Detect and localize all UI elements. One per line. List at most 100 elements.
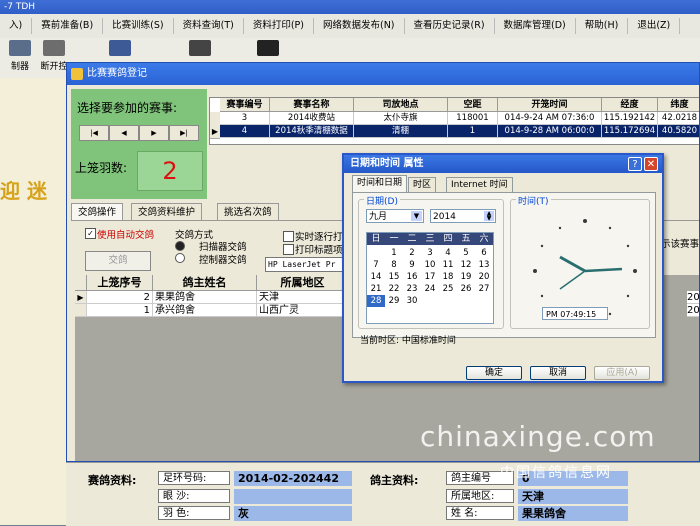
calendar-day[interactable]: 22 (385, 283, 403, 295)
calendar-day[interactable]: 1 (385, 247, 403, 259)
tab-internet-time[interactable]: Internet 时间 (446, 177, 513, 193)
col-owner-name[interactable]: 鸽主姓名 (153, 275, 257, 291)
calendar-day[interactable]: 17 (421, 271, 439, 283)
nav-first-button[interactable]: |◀ (79, 125, 109, 141)
ok-button[interactable]: 确定 (466, 366, 522, 380)
nav-next-button[interactable]: ▶ (139, 125, 169, 141)
calendar-day[interactable]: 13 (475, 259, 493, 271)
nav-last-button[interactable]: ▶| (169, 125, 199, 141)
tab-select-ranking[interactable]: 挑选名次鸽 (217, 203, 279, 221)
calendar-day[interactable]: 10 (421, 259, 439, 271)
auto-checkin-checkbox[interactable]: ✓ (85, 228, 96, 239)
calendar-day[interactable]: 27 (475, 283, 493, 295)
race-cell: 014-9-28 AM 06:00:0 (498, 125, 602, 138)
chevron-down-icon[interactable]: ▼ (411, 211, 422, 221)
calendar-day[interactable]: 29 (385, 295, 403, 307)
menu-item-help[interactable]: 帮助(H) (576, 18, 629, 34)
calendar-day[interactable]: 20 (475, 271, 493, 283)
cancel-button[interactable]: 取消 (530, 366, 586, 380)
race-cell: 4 (220, 125, 270, 138)
help-button[interactable]: ? (628, 157, 642, 171)
calendar-day[interactable]: 23 (403, 283, 421, 295)
tab-checkin-data[interactable]: 交鸽资料维护 (131, 203, 203, 221)
checkin-button[interactable]: 交鸽 (85, 251, 151, 271)
disconnect-icon (43, 40, 65, 56)
row-indicator-current: ▶ (75, 291, 87, 304)
tool-controller-label: 制器 (10, 62, 29, 72)
show-race-hint: 示该赛事 (661, 239, 700, 250)
calendar-day[interactable]: 2 (403, 247, 421, 259)
menu-item-data-query[interactable]: 资料查询(T) (174, 18, 244, 34)
calendar-day[interactable]: 7 (367, 259, 385, 271)
menu-item-network-publish[interactable]: 网络数据发布(N) (314, 18, 405, 34)
print-title-checkbox[interactable] (283, 244, 294, 255)
year-spinner[interactable]: 2014 ▲ ▼ (430, 209, 496, 223)
menu-item-history[interactable]: 查看历史记录(R) (405, 18, 495, 34)
calendar-day[interactable]: 11 (439, 259, 457, 271)
printer-select[interactable]: HP LaserJet Pr (265, 257, 349, 272)
year-value: 2014 (433, 212, 456, 222)
spinner-icon[interactable]: ▲ ▼ (484, 211, 494, 222)
calendar-day[interactable]: 21 (367, 283, 385, 295)
calendar-day[interactable]: 15 (385, 271, 403, 283)
col-longitude[interactable]: 经度 (602, 98, 658, 112)
calendar-day[interactable]: 16 (403, 271, 421, 283)
month-select[interactable]: 九月 ▼ (366, 209, 424, 223)
calendar-day (367, 247, 385, 259)
calendar-day-selected[interactable]: 28 (367, 295, 385, 307)
nav-prev-button[interactable]: ◀ (109, 125, 139, 141)
calendar-day[interactable]: 4 (439, 247, 457, 259)
menu-item-exit[interactable]: 退出(Z) (628, 18, 681, 34)
col-distance[interactable]: 空距 (448, 98, 498, 112)
calendar-day[interactable]: 26 (457, 283, 475, 295)
race-grid[interactable]: 赛事编号 赛事名称 司放地点 空距 开笼时间 经度 纬度 3 2014收费站 太… (209, 97, 699, 145)
col-release-site[interactable]: 司放地点 (354, 98, 448, 112)
calendar-day[interactable]: 30 (403, 295, 421, 307)
pigeon-cell-right: 20 (687, 304, 700, 317)
tab-checkin-ops[interactable]: 交鸽操作 (71, 203, 124, 221)
calendar-day[interactable]: 9 (403, 259, 421, 271)
calendar-day[interactable]: 12 (457, 259, 475, 271)
tab-date-time[interactable]: 时间和日期 (352, 175, 408, 193)
calendar-day[interactable]: 6 (475, 247, 493, 259)
realtime-print-checkbox[interactable] (283, 231, 294, 242)
calendar-day[interactable]: 18 (439, 271, 457, 283)
grid-corner (75, 275, 87, 291)
radio-controller[interactable] (175, 253, 185, 263)
count-label: 上笼羽数: (75, 161, 128, 175)
hour-hand (559, 255, 586, 273)
close-button[interactable]: ✕ (644, 157, 658, 171)
menu-item-race-training[interactable]: 比赛训练(S) (103, 18, 174, 34)
calendar-weekday: 四 (439, 233, 457, 245)
menu-item-db-manage[interactable]: 数据库管理(D) (495, 18, 576, 34)
radio-scanner[interactable] (175, 241, 185, 251)
row-indicator-current: ▶ (210, 125, 220, 139)
menu-item-data-print[interactable]: 资料打印(P) (244, 18, 314, 34)
time-spinner[interactable]: PM 07:49:15 (542, 307, 608, 320)
col-race-name[interactable]: 赛事名称 (270, 98, 354, 112)
calendar[interactable]: 日一二三四五六 1 2 3 4 5 6 7 8 9 10 11 12 13 14 15 16 17 18 19 20 21… (366, 232, 494, 324)
col-cage-no[interactable]: 上笼序号 (87, 275, 153, 291)
row-indicator (75, 304, 87, 317)
pigeon-cell: 1 (87, 304, 153, 317)
menu-item-0[interactable]: 入) (0, 18, 33, 34)
col-region[interactable]: 所属地区 (257, 275, 349, 291)
ring-label: 足环号码: (158, 471, 230, 485)
menu-item-pre-race[interactable]: 赛前准备(B) (32, 18, 104, 34)
calendar-day[interactable]: 19 (457, 271, 475, 283)
col-race-no[interactable]: 赛事编号 (220, 98, 270, 112)
tab-timezone[interactable]: 时区 (408, 177, 437, 193)
apply-button[interactable]: 应用(A) (594, 366, 650, 380)
window-title-text: 比赛赛鸽登记 (87, 68, 147, 79)
calendar-day[interactable]: 3 (421, 247, 439, 259)
calendar-day[interactable]: 8 (385, 259, 403, 271)
calendar-day[interactable]: 24 (421, 283, 439, 295)
calendar-day[interactable]: 14 (367, 271, 385, 283)
owner-info-label: 鸽主资料: (370, 474, 419, 487)
col-latitude[interactable]: 纬度 (658, 98, 699, 112)
col-release-time[interactable]: 开笼时间 (498, 98, 602, 112)
calendar-day[interactable]: 25 (439, 283, 457, 295)
calendar-day[interactable]: 5 (457, 247, 475, 259)
tools-icon (189, 40, 211, 56)
race-cell: 2014秋季清棚数据 (270, 125, 354, 138)
